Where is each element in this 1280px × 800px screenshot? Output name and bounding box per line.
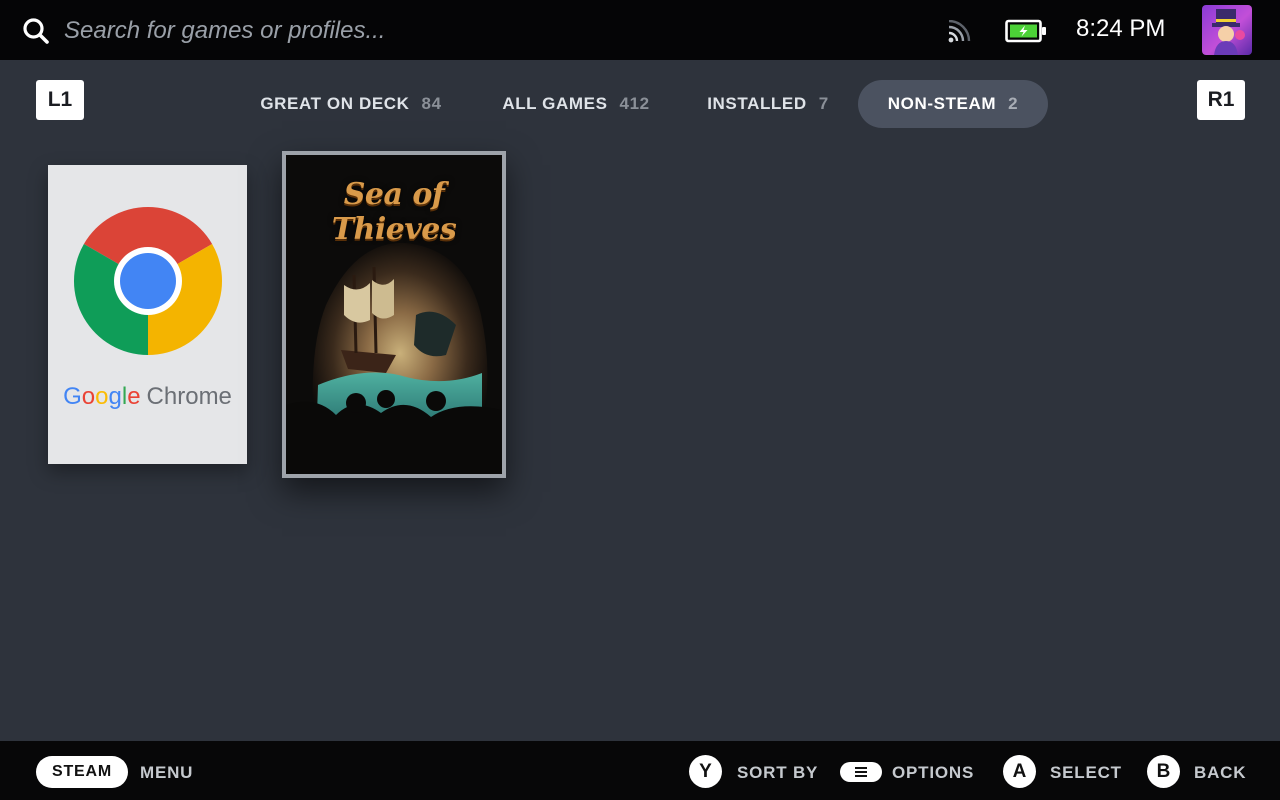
tab-label: INSTALLED [707, 94, 807, 113]
game-card-google-chrome[interactable]: Google Chrome [48, 165, 247, 464]
game-title-chrome: Google Chrome [63, 383, 232, 410]
menu-lines-icon[interactable] [840, 762, 882, 782]
tab-installed[interactable]: INSTALLED 7 [690, 80, 846, 128]
top-bar: 8:24 PM [0, 0, 1280, 60]
a-button[interactable]: A [1003, 755, 1036, 788]
search-icon[interactable] [22, 17, 50, 45]
tab-label: GREAT ON DECK [260, 94, 410, 113]
tab-count: 2 [1008, 94, 1019, 113]
avatar[interactable] [1202, 5, 1252, 55]
tab-all-games[interactable]: ALL GAMES 412 [480, 80, 672, 128]
tab-count: 7 [818, 94, 829, 113]
tab-count: 84 [421, 94, 442, 113]
chrome-logo-icon [73, 206, 223, 355]
search-input[interactable] [62, 14, 586, 48]
battery-charging-icon [1005, 19, 1046, 43]
steam-button[interactable]: STEAM [36, 756, 128, 788]
bottom-bar: STEAM MENU Y SORT BY OPTIONS A SELECT B … [0, 741, 1280, 800]
avatar-image [1212, 9, 1245, 55]
select-label: SELECT [1050, 763, 1122, 782]
tab-non-steam[interactable]: NON-STEAM 2 [858, 80, 1048, 128]
tab-label: NON-STEAM [887, 94, 997, 113]
game-title-sea-of-thieves: Sea of Thieves [331, 177, 457, 247]
y-button[interactable]: Y [689, 755, 722, 788]
back-label: BACK [1194, 763, 1247, 782]
tab-great-on-deck[interactable]: GREAT ON DECK 84 [240, 80, 462, 128]
b-button[interactable]: B [1147, 755, 1180, 788]
clock: 8:24 PM [1076, 15, 1166, 42]
cast-icon [948, 20, 971, 43]
tab-count: 412 [619, 94, 650, 113]
sort-by-label: SORT BY [737, 763, 819, 782]
options-glyph [855, 767, 867, 777]
tab-label: ALL GAMES [502, 94, 608, 113]
l1-button[interactable]: L1 [36, 80, 84, 120]
game-cover: Sea of Thieves [286, 155, 502, 474]
options-label: OPTIONS [892, 763, 975, 782]
game-card-sea-of-thieves[interactable]: Sea of Thieves [282, 151, 506, 478]
menu-label: MENU [140, 763, 194, 782]
r1-button[interactable]: R1 [1197, 80, 1245, 120]
